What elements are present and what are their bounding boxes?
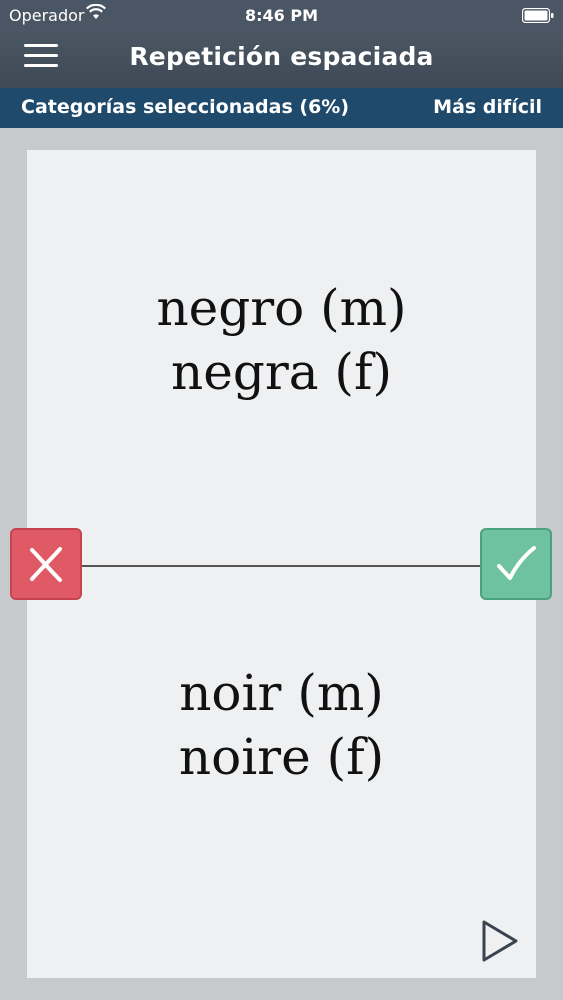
checkmark-icon	[497, 546, 536, 580]
front-line-feminine: negra (f)	[171, 343, 392, 401]
back-line-feminine: noire (f)	[178, 728, 385, 786]
front-word: negro (m) negra (f)	[27, 276, 536, 404]
flashcard: negro (m) negra (f) noir (m) noire (f)	[27, 150, 536, 978]
clock: 8:46 PM	[244, 6, 318, 25]
close-icon	[30, 547, 62, 582]
status-bar: Operador 8:46 PM	[0, 0, 563, 30]
play-audio-icon[interactable]	[478, 918, 522, 964]
battery-icon	[522, 8, 554, 23]
page-title: Repetición espaciada	[129, 42, 434, 71]
back-word: noir (m) noire (f)	[27, 661, 536, 789]
category-bar: Categorías seleccionadas (6%) Más difíci…	[0, 88, 563, 128]
correct-answer-button[interactable]	[480, 528, 552, 600]
selected-categories-button[interactable]: Categorías seleccionadas (6%)	[21, 96, 349, 118]
card-divider	[60, 565, 500, 567]
wrong-answer-button[interactable]	[10, 528, 82, 600]
navigation-bar: Repetición espaciada	[0, 30, 563, 88]
back-line-masculine: noir (m)	[179, 664, 384, 722]
front-line-masculine: negro (m)	[156, 279, 407, 337]
hardest-filter-button[interactable]: Más difícil	[433, 96, 542, 118]
